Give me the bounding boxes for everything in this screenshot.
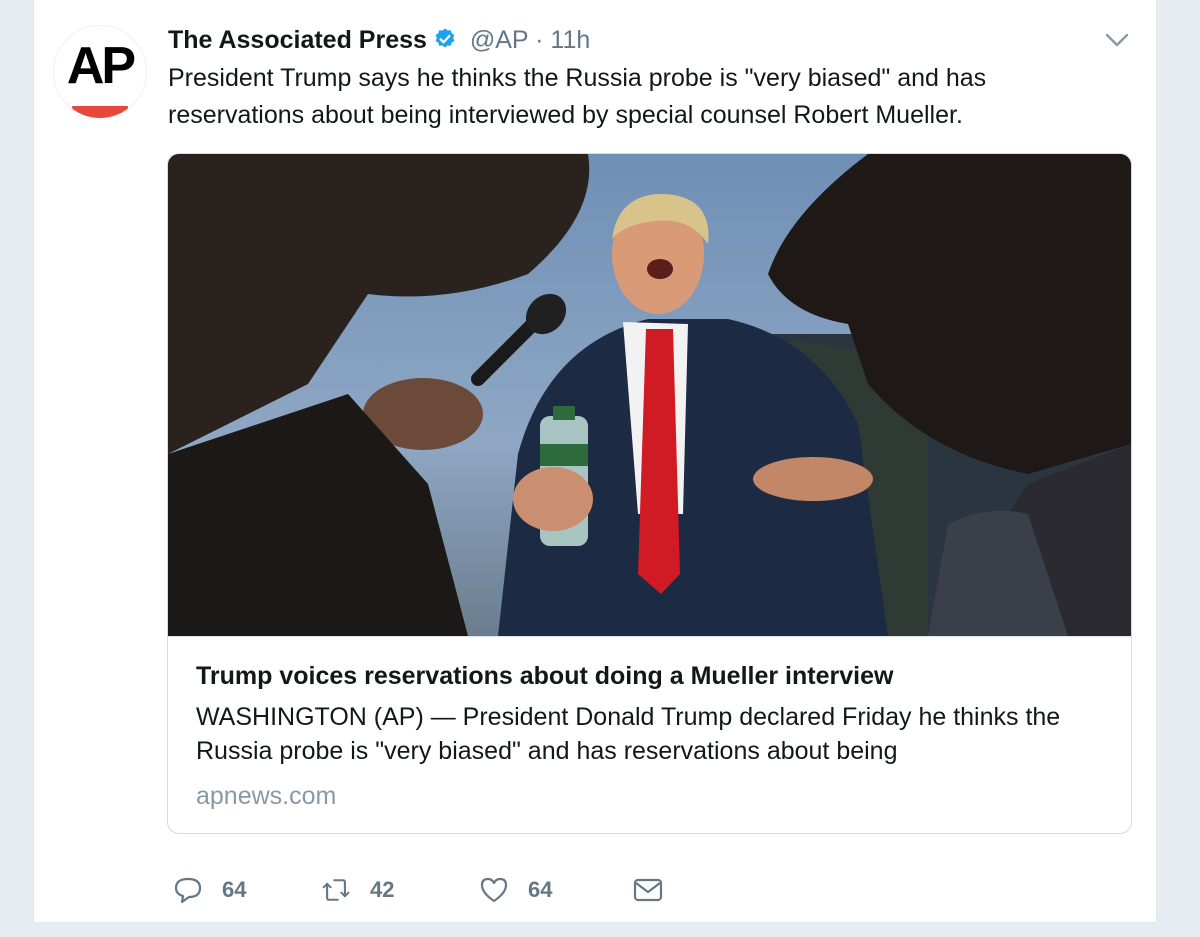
card-image[interactable] xyxy=(168,154,1131,637)
verified-badge-icon xyxy=(435,28,455,48)
heart-icon xyxy=(480,877,508,903)
tweet-header: The Associated Press @AP · 11h xyxy=(168,24,590,56)
retweet-count: 42 xyxy=(370,877,395,902)
envelope-icon xyxy=(633,878,663,902)
like-count: 64 xyxy=(528,877,553,902)
tweet[interactable]: AP The Associated Press @AP · 11h Presid… xyxy=(33,0,1157,923)
avatar-red-bar xyxy=(72,106,128,118)
author-name[interactable]: The Associated Press xyxy=(168,26,427,54)
direct-message-button[interactable] xyxy=(632,870,664,910)
tweet-actions: 64 42 64 xyxy=(168,870,968,910)
reply-icon xyxy=(174,877,202,904)
tweet-timestamp[interactable]: 11h xyxy=(550,26,590,54)
tweet-text: President Trump says he thinks the Russi… xyxy=(168,64,987,129)
retweet-icon xyxy=(322,879,350,901)
link-card[interactable]: Trump voices reservations about doing a … xyxy=(167,153,1132,834)
header-separator: · xyxy=(535,26,544,54)
avatar-logo-text: AP xyxy=(66,37,136,95)
like-button[interactable]: 64 xyxy=(478,870,552,910)
author-handle[interactable]: @AP xyxy=(470,26,528,54)
avatar[interactable]: AP xyxy=(54,26,146,118)
card-domain: apnews.com xyxy=(196,782,337,810)
reply-button[interactable]: 64 xyxy=(172,870,246,910)
card-description: WASHINGTON (AP) — President Donald Trump… xyxy=(196,703,1061,765)
chevron-down-icon[interactable] xyxy=(1104,30,1130,50)
card-title[interactable]: Trump voices reservations about doing a … xyxy=(196,660,1116,692)
retweet-button[interactable]: 42 xyxy=(320,870,394,910)
reply-count: 64 xyxy=(222,877,247,902)
